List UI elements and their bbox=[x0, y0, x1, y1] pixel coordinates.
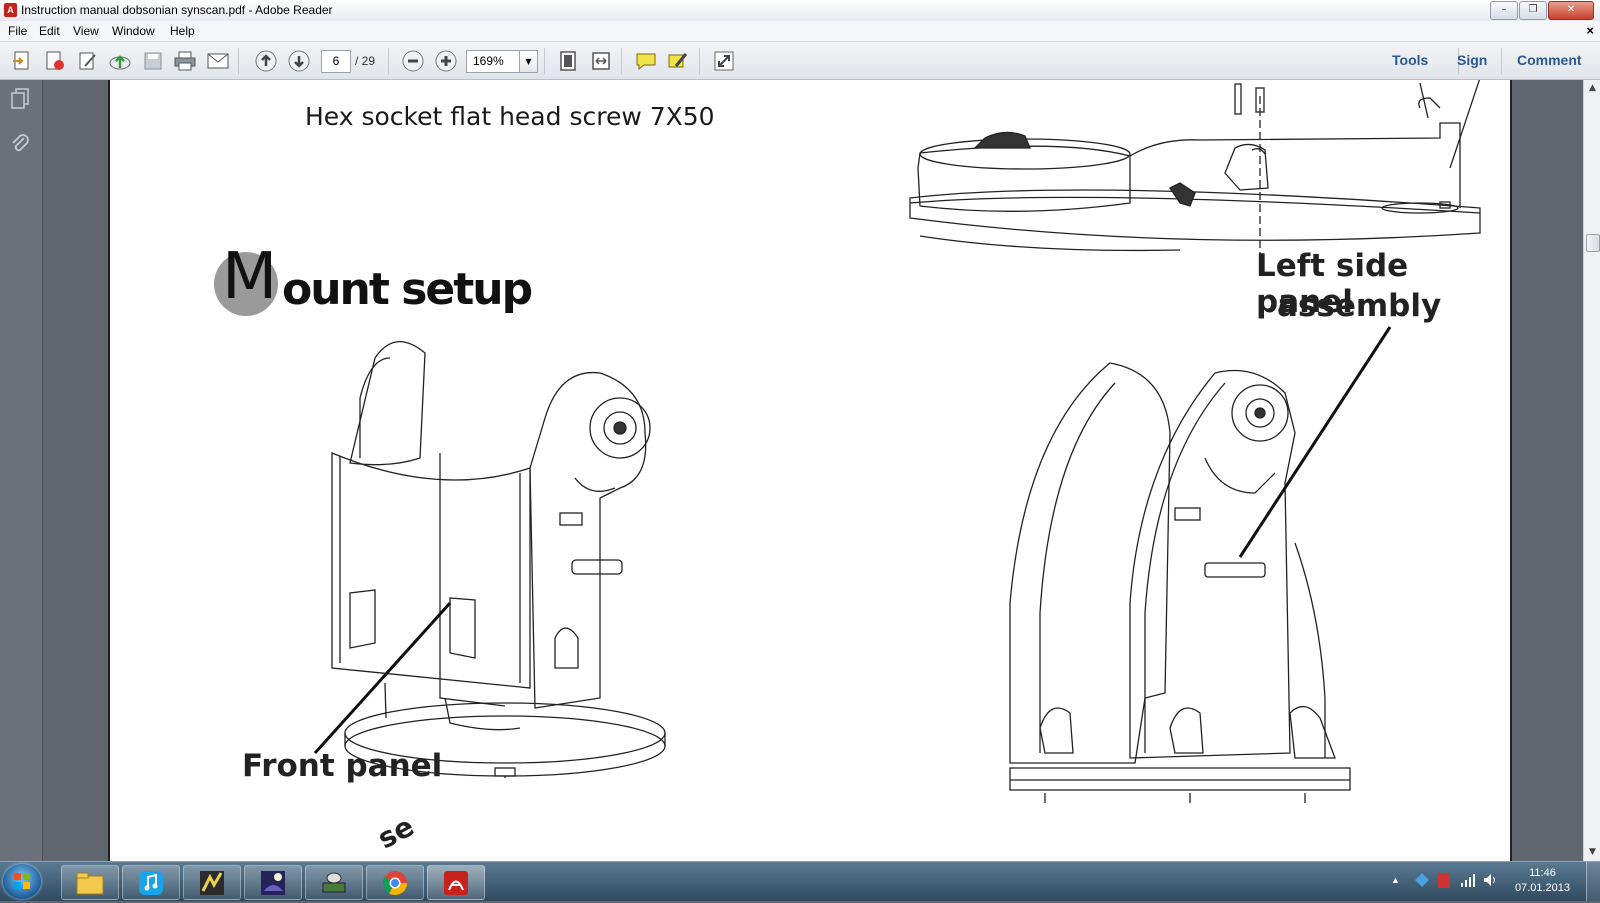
attachments-icon[interactable] bbox=[9, 132, 31, 156]
itunes-icon[interactable] bbox=[122, 865, 180, 900]
security-icon[interactable] bbox=[1438, 873, 1450, 888]
clock-date: 07.01.2013 bbox=[1514, 882, 1570, 894]
clock[interactable]: 11:46 07.01.2013 bbox=[1515, 866, 1570, 896]
upload-icon[interactable] bbox=[108, 49, 132, 73]
page-number-input[interactable]: 6 bbox=[321, 50, 351, 73]
scroll-thumb[interactable] bbox=[1586, 234, 1600, 252]
toolbar-separator bbox=[1501, 48, 1502, 74]
fit-page-icon[interactable] bbox=[556, 49, 580, 73]
partial-label: se bbox=[372, 809, 420, 856]
menu-file[interactable]: File bbox=[8, 24, 27, 38]
menu-help[interactable]: Help bbox=[170, 24, 195, 38]
system-tray: ▲ 11:46 07.01.2013 bbox=[1360, 862, 1600, 901]
menu-edit[interactable]: Edit bbox=[39, 24, 60, 38]
close-document-icon[interactable]: × bbox=[1586, 23, 1594, 38]
comment-button[interactable]: Comment bbox=[1517, 52, 1582, 68]
front-panel-leader-line bbox=[313, 601, 452, 755]
explorer-icon[interactable] bbox=[61, 865, 119, 900]
zoom-dropdown-icon[interactable]: ▼ bbox=[519, 50, 538, 73]
sign-button[interactable]: Sign bbox=[1457, 52, 1487, 68]
page-heading: ount setup bbox=[282, 264, 533, 315]
menu-bar: File Edit View Window Help × bbox=[0, 21, 1600, 42]
adobe-reader-icon: A bbox=[4, 3, 17, 17]
menu-view[interactable]: View bbox=[73, 24, 99, 38]
page-total: / 29 bbox=[355, 54, 376, 68]
assembly-label: assembly bbox=[1277, 288, 1442, 324]
save-icon[interactable] bbox=[141, 49, 165, 73]
print-icon[interactable] bbox=[173, 49, 197, 73]
title-bar: A Instruction manual dobsonian synscan.p… bbox=[0, 0, 1600, 22]
toolbar-separator bbox=[699, 48, 700, 74]
maximize-button[interactable]: ❐ bbox=[1519, 1, 1547, 20]
zoom-out-icon[interactable] bbox=[401, 49, 425, 73]
window-title: Instruction manual dobsonian synscan.pdf… bbox=[21, 3, 333, 17]
open-icon[interactable] bbox=[43, 49, 67, 73]
document-viewport[interactable]: Hex socket flat head screw 7X50 M ount s… bbox=[43, 80, 1583, 861]
hex-screw-label: Hex socket flat head screw 7X50 bbox=[305, 102, 715, 131]
tools-button[interactable]: Tools bbox=[1392, 52, 1428, 68]
create-pdf-icon[interactable] bbox=[10, 49, 34, 73]
toolbar-separator bbox=[621, 48, 622, 74]
volume-icon[interactable] bbox=[1482, 872, 1498, 893]
comment-icon[interactable] bbox=[634, 49, 658, 73]
toolbar-separator bbox=[238, 48, 239, 74]
email-icon[interactable] bbox=[206, 49, 230, 73]
dropbox-icon[interactable] bbox=[1415, 873, 1429, 887]
stellarium-icon[interactable] bbox=[244, 865, 302, 900]
scroll-down-icon[interactable]: ▼ bbox=[1584, 844, 1600, 861]
toolbar: 6 / 29 169% ▼ Tools Sign Comment bbox=[0, 42, 1600, 80]
page-thumbnails-icon[interactable] bbox=[9, 88, 31, 112]
side-panel-leader-line bbox=[1238, 326, 1392, 558]
vertical-scrollbar[interactable]: ▲ ▼ bbox=[1583, 80, 1600, 861]
prev-page-icon[interactable] bbox=[254, 49, 278, 73]
heading-initial: M bbox=[222, 240, 277, 314]
adobe-reader-icon[interactable] bbox=[427, 865, 485, 900]
taskbar: ▲ 11:46 07.01.2013 bbox=[0, 861, 1600, 901]
navigation-pane bbox=[0, 80, 43, 861]
zoom-in-icon[interactable] bbox=[434, 49, 458, 73]
zoom-input[interactable]: 169% bbox=[466, 50, 520, 73]
toolbar-separator bbox=[388, 48, 389, 74]
fit-width-icon[interactable] bbox=[589, 49, 613, 73]
winamp-icon[interactable] bbox=[183, 865, 241, 900]
clock-time: 11:46 bbox=[1529, 867, 1556, 879]
scanner-icon[interactable] bbox=[305, 865, 363, 900]
tray-expand-icon[interactable]: ▲ bbox=[1391, 875, 1400, 885]
chrome-icon[interactable] bbox=[366, 865, 424, 900]
next-page-icon[interactable] bbox=[287, 49, 311, 73]
base-assembly-drawing bbox=[909, 80, 1481, 268]
menu-window[interactable]: Window bbox=[112, 24, 155, 38]
fullscreen-icon[interactable] bbox=[712, 49, 736, 73]
network-icon[interactable] bbox=[1460, 872, 1476, 893]
close-button[interactable]: ✕ bbox=[1548, 1, 1594, 20]
toolbar-separator bbox=[544, 48, 545, 74]
scroll-up-icon[interactable]: ▲ bbox=[1584, 80, 1600, 97]
pdf-page: Hex socket flat head screw 7X50 M ount s… bbox=[108, 80, 1512, 861]
start-button[interactable] bbox=[3, 864, 41, 899]
highlight-icon[interactable] bbox=[666, 49, 690, 73]
show-desktop-button[interactable] bbox=[1586, 862, 1600, 901]
edit-icon[interactable] bbox=[76, 49, 100, 73]
minimize-button[interactable]: – bbox=[1490, 1, 1518, 20]
window-controls: – ❐ ✕ bbox=[1490, 1, 1594, 20]
